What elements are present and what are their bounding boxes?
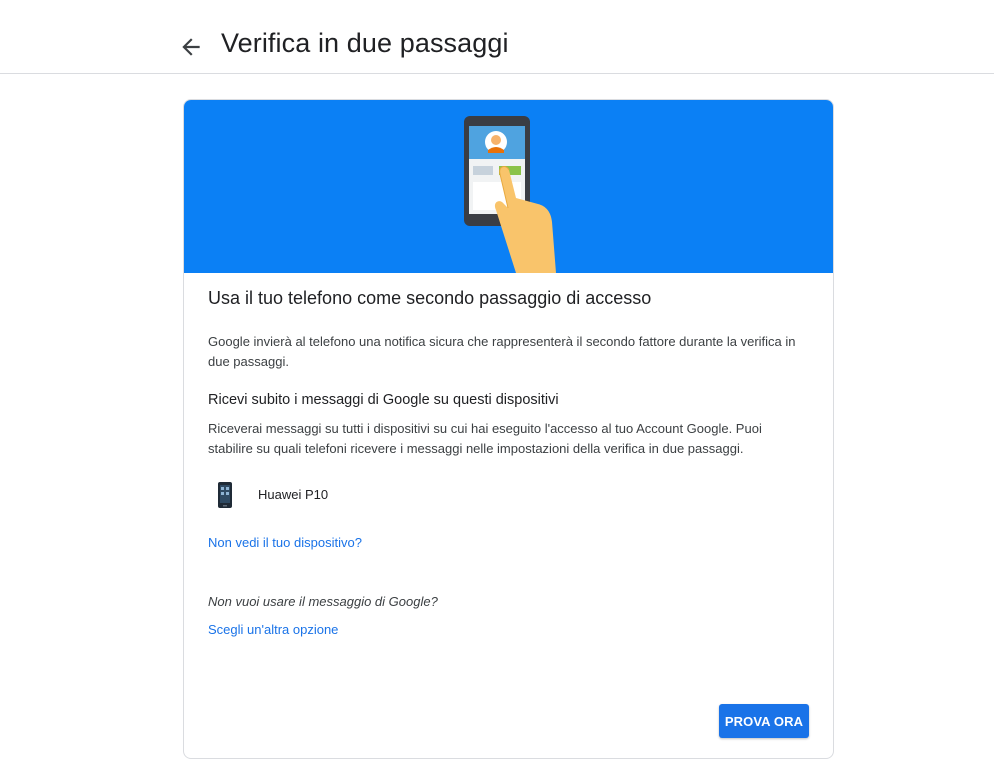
devices-section-heading: Ricevi subito i messaggi di Google su qu…	[208, 392, 559, 408]
device-name: Huawei P10	[258, 487, 329, 502]
setup-card: Usa il tuo telefono come secondo passagg…	[183, 99, 834, 759]
top-bar: Verifica in due passaggi	[0, 0, 994, 74]
alt-option-link[interactable]: Scegli un'altra opzione	[208, 622, 338, 637]
device-item: Huawei P10	[218, 482, 518, 508]
smartphone-icon	[218, 482, 232, 508]
try-now-button[interactable]: PROVA ORA	[719, 704, 809, 738]
alt-option-question: Non vuoi usare il messaggio di Google?	[208, 594, 438, 609]
hero-banner	[184, 100, 833, 273]
intro-text: Google invierà al telefono una notifica …	[208, 334, 796, 369]
back-button[interactable]	[178, 34, 204, 60]
missing-device-link[interactable]: Non vedi il tuo dispositivo?	[208, 535, 362, 550]
page-title: Verifica in due passaggi	[221, 28, 509, 58]
card-heading: Usa il tuo telefono come secondo passagg…	[208, 288, 652, 308]
devices-section-text: Riceverai messaggi su tutti i dispositiv…	[208, 421, 762, 456]
arrow-left-icon	[182, 38, 200, 56]
hero-illustration	[464, 116, 556, 273]
